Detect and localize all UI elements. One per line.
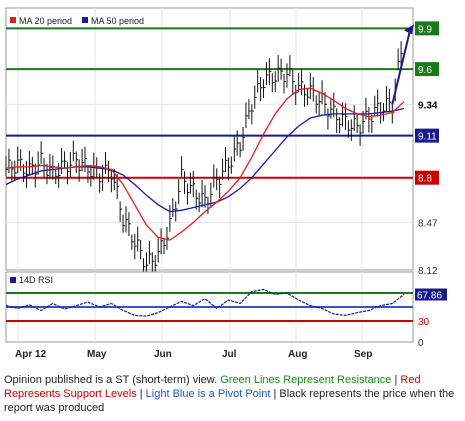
level-tag-label: 8.8	[418, 174, 432, 185]
level-tag-price: 9.34	[415, 97, 439, 112]
price-frame	[5, 7, 414, 271]
price-ytick-label: 8.47	[418, 218, 438, 229]
level-tag-label: 9.11	[418, 132, 437, 143]
x-tick-label: Sep	[354, 349, 372, 360]
x-tick-label: May	[87, 349, 107, 360]
level-tag-pivot: 9.11	[415, 128, 439, 143]
x-tick-label: Jul	[222, 349, 237, 360]
x-tick-label: Apr 12	[15, 349, 47, 360]
caption: Opinion published is a ST (short-term) v…	[4, 373, 462, 415]
level-tag-resistance: 9.9	[415, 21, 439, 36]
x-tick-label: Jun	[154, 349, 172, 360]
x-tick-label: Aug	[288, 349, 307, 360]
level-tag-label: 9.34	[418, 100, 438, 111]
level-tag-support: 8.8	[415, 170, 439, 185]
price-ytick-label: 8.12	[418, 266, 438, 277]
level-tag-label: 9.6	[418, 65, 432, 76]
caption-intro: Opinion published is a ST (short-term) v…	[4, 374, 221, 386]
legend-swatch	[82, 17, 88, 23]
rsi-level-label: 30	[418, 317, 430, 328]
chart-area: MA 20 period MA 50 period 9.9 9.6 9.34 9.11 8.…	[0, 0, 465, 372]
rsi-legend-swatch	[10, 277, 16, 283]
level-tag-resistance: 9.6	[415, 62, 439, 77]
rsi-legend-label: 14D RSI	[19, 275, 53, 285]
legend-label: MA 20 period	[19, 16, 72, 26]
rsi-current-tag-label: 67.86	[417, 290, 442, 301]
rsi-panel: 14D RSI 67.86 30 0	[5, 271, 447, 349]
caption-sep-2: |	[136, 388, 146, 400]
legend-label: MA 50 period	[91, 16, 144, 26]
rsi-ytick-label: 0	[418, 338, 424, 349]
caption-blue: Light Blue is a Pivot Point	[145, 388, 271, 400]
level-tag-label: 9.9	[418, 24, 432, 35]
caption-green: Green Lines Represent Resistance	[220, 374, 392, 386]
legend-swatch	[10, 17, 16, 23]
price-panel: MA 20 period MA 50 period 9.9 9.6 9.34 9.11 8.…	[5, 7, 439, 281]
